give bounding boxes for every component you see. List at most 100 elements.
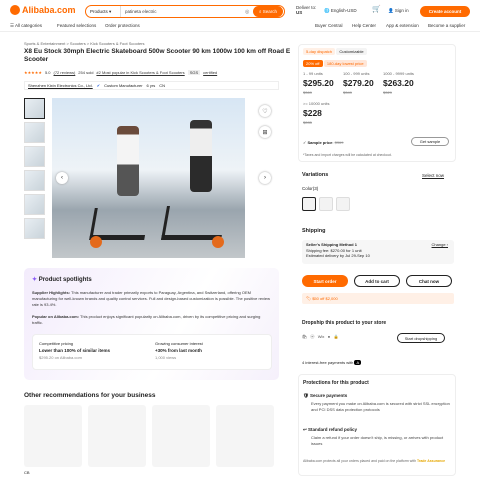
nav-supplier[interactable]: Become a supplier: [428, 23, 465, 28]
rider-figure: [117, 126, 139, 196]
prev-image-icon[interactable]: ‹: [56, 172, 68, 184]
rider-figure: [190, 120, 212, 192]
next-image-icon[interactable]: ›: [259, 172, 271, 184]
thumbnail[interactable]: [24, 98, 45, 119]
rating-row: ★★★★★ 5.0 (72 reviews) 254 sold #2 Most …: [24, 70, 217, 75]
create-account-button[interactable]: Create account: [420, 6, 470, 17]
payments-row: 4 interest-free payments with A: [302, 360, 362, 365]
thumbnail[interactable]: [24, 122, 45, 143]
scooter-figure: [161, 206, 227, 240]
nav-app[interactable]: App & extension: [386, 23, 419, 28]
supplier-row: Shenzhen Kixin Electronics Co., Ltd. ✔ C…: [24, 81, 279, 90]
breadcrumb[interactable]: Sports & Entertainment > Scooters > Kick…: [24, 41, 145, 46]
scooter-figure: [89, 208, 150, 240]
add-to-cart-button[interactable]: Add to cart: [354, 275, 400, 287]
nav-help[interactable]: Help Center: [352, 23, 376, 28]
nav-buyer-central[interactable]: Buyer Central: [315, 23, 343, 28]
color-option[interactable]: [336, 197, 350, 211]
product-main-image[interactable]: ‹ ›: [52, 98, 271, 258]
coupon-text: $50 off $2,000: [312, 296, 338, 301]
search-button[interactable]: ⌕ Search: [253, 6, 283, 17]
popular-label: Popular on Alibaba.com:: [32, 314, 79, 319]
color-label: Color(3): [302, 186, 319, 191]
interest-sub: 1,000 views: [155, 355, 177, 360]
sold-count: 254 sold: [78, 70, 94, 75]
tier-price: $295.20: [303, 78, 334, 88]
rating-value: 5.0: [44, 70, 51, 75]
thumbnail[interactable]: [24, 194, 45, 215]
product-title: X8 Eu Stock 30mph Electric Skateboard 50…: [24, 48, 291, 63]
recommendation-card[interactable]: [152, 405, 210, 467]
tier-range: 100 - 999 units: [343, 71, 370, 76]
nav-featured[interactable]: Featured selections: [57, 23, 96, 28]
payment-logo: A: [354, 360, 362, 365]
certified-link[interactable]: certified: [203, 70, 217, 75]
reviews-link[interactable]: (72 reviews): [54, 70, 76, 75]
spotlight-title: Product spotlights: [38, 277, 92, 283]
recommendations-title: Other recommendations for your business: [24, 392, 156, 399]
price-card: 5-day dispatch Customizable 20% off 180-…: [298, 44, 456, 162]
select-now-link[interactable]: Select now: [422, 173, 444, 178]
thumbnail[interactable]: [24, 146, 45, 167]
header: Alibaba.com Products ▾ patineta electric…: [0, 0, 480, 32]
tax-note: *Taxes and import charges will be calcul…: [303, 153, 392, 157]
tier-price: $279.20: [343, 78, 374, 88]
popular-rank[interactable]: #2 Most popular in Kick Scooters & Foot …: [96, 70, 184, 75]
tier-old-price: $285: [303, 120, 312, 125]
cart-icon[interactable]: 🛒: [372, 6, 381, 13]
dispatch-tag: 5-day dispatch: [303, 48, 336, 55]
thumbnail-list: [24, 98, 46, 242]
start-order-button[interactable]: Start order: [302, 275, 348, 287]
start-dropshipping-button[interactable]: Start dropshipping: [397, 333, 445, 343]
chat-now-button[interactable]: Chat now: [406, 275, 452, 287]
tier-old-price: $349: [343, 90, 352, 95]
country-label: CN: [159, 83, 165, 88]
product-spotlight: ✦ Product spotlights Supplier Highlights…: [24, 268, 279, 380]
deal-tag: 180-day lowest price: [323, 60, 367, 67]
shipping-box: Seller's Shipping Method 1 Shipping fee:…: [302, 240, 454, 264]
store-logos: 🛍 ⓦ Wix ● 🔒: [302, 334, 339, 339]
all-categories[interactable]: ☰ All categories: [10, 23, 42, 29]
refund-title: ↩ Standard refund policy: [303, 427, 358, 432]
tier-price: $228: [303, 108, 322, 118]
cb-badge: CB: [24, 470, 30, 475]
variations-title: Variations: [302, 172, 329, 178]
color-option[interactable]: [302, 197, 316, 211]
wheel: [212, 236, 224, 248]
sample-row: ✓ Sample price: $369: [303, 140, 344, 145]
compare-icon[interactable]: ⊞: [259, 126, 271, 138]
tier-old-price: $369: [303, 90, 312, 95]
heart-icon[interactable]: ♡: [259, 105, 271, 117]
dropship-title: Dropship this product to your store: [302, 320, 387, 326]
change-shipping-link[interactable]: Change ›: [432, 242, 448, 248]
thumbnail[interactable]: [24, 170, 45, 191]
manufacturer-label: Custom Manufacturer: [104, 83, 143, 88]
thumbnail[interactable]: [24, 218, 45, 239]
tier-price: $263.20: [383, 78, 414, 88]
alibaba-logo[interactable]: Alibaba.com: [10, 5, 76, 15]
search-input[interactable]: patineta electric: [121, 9, 245, 14]
color-option[interactable]: [319, 197, 333, 211]
get-sample-button[interactable]: Get sample: [411, 137, 449, 146]
refund-desc: Claim a refund if your order doesn't shi…: [311, 435, 444, 446]
verified-icon: ✔: [96, 83, 101, 88]
supplier-name[interactable]: Shenzhen Kixin Electronics Co., Ltd.: [28, 83, 93, 88]
shipping-title: Shipping: [302, 228, 326, 234]
tier-range: 1 - 99 units: [303, 71, 323, 76]
recommendation-card[interactable]: [24, 405, 82, 467]
signin-link[interactable]: 👤 Sign in: [388, 8, 409, 13]
coupon-banner[interactable]: 🏷 $50 off $2,000: [302, 293, 454, 304]
recommendation-card[interactable]: [88, 405, 146, 467]
search-bar[interactable]: Products ▾ patineta electric ◎ ⌕ Search: [85, 5, 285, 18]
globe-icon[interactable]: 🌐 English-USD: [324, 8, 357, 13]
sparkle-icon: ✦: [32, 277, 38, 283]
search-category-select[interactable]: Products ▾: [86, 6, 121, 17]
nav-protections[interactable]: Order protections: [105, 23, 140, 28]
recommendation-card[interactable]: [216, 405, 274, 467]
deliver-to[interactable]: Deliver to: US: [296, 5, 316, 15]
pricing-sub: $295.20 on Alibaba.com: [39, 355, 82, 360]
camera-icon[interactable]: ◎: [245, 9, 253, 15]
tier-old-price: $329: [383, 90, 392, 95]
delivery-estimate: Estimated delivery by Jul 29-Sep 10: [306, 253, 370, 258]
wheel: [90, 236, 102, 248]
